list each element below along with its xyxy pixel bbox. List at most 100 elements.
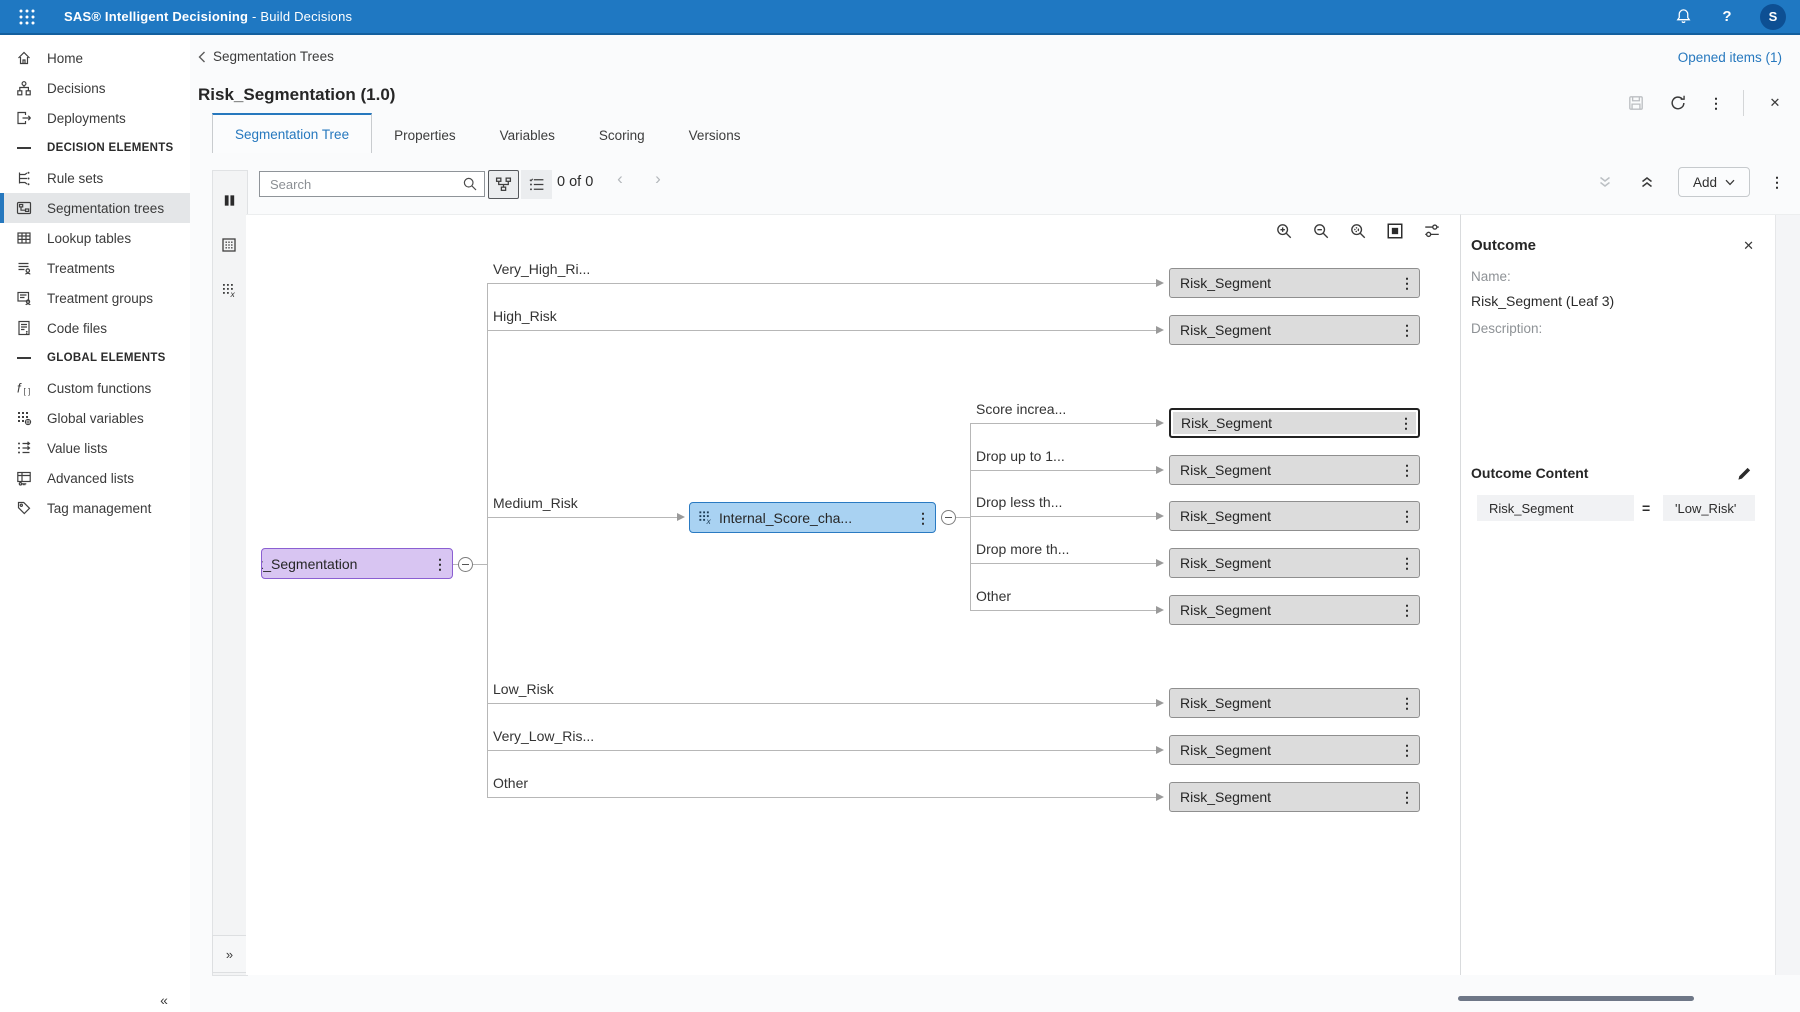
more-options-icon[interactable] xyxy=(1709,92,1723,114)
refresh-icon[interactable] xyxy=(1667,92,1689,114)
search-input[interactable] xyxy=(268,176,462,193)
node-more-options-icon[interactable] xyxy=(1400,603,1414,617)
leaf-node[interactable]: Risk_Segment xyxy=(1169,501,1420,531)
outcome-content-title: Outcome Content xyxy=(1471,465,1588,481)
collapse-node-icon[interactable] xyxy=(941,510,956,525)
branch-label[interactable]: Score increa... xyxy=(976,401,1066,417)
sidebar-item-deployments[interactable]: Deployments xyxy=(0,103,190,133)
sidebar-item-global-variables[interactable]: Global variables xyxy=(0,403,190,433)
panel-scrollbar-track[interactable] xyxy=(1775,215,1800,975)
user-avatar[interactable]: S xyxy=(1760,4,1786,30)
add-button[interactable]: Add xyxy=(1678,167,1750,197)
branch-label[interactable]: Very_High_Ri... xyxy=(493,261,590,277)
collapse-node-icon[interactable] xyxy=(458,557,473,572)
leaf-node[interactable]: Risk_Segment xyxy=(1169,735,1420,765)
next-match-icon[interactable]: › xyxy=(648,169,668,189)
sidebar-item-tag-management[interactable]: Tag management xyxy=(0,493,190,523)
horizontal-scrollbar-thumb[interactable] xyxy=(1458,996,1694,1001)
root-node[interactable]: Risk_Segmentation xyxy=(261,548,453,579)
arrowhead xyxy=(1156,793,1164,801)
outcome-panel-title: Outcome xyxy=(1471,237,1536,254)
branch-label[interactable]: Medium_Risk xyxy=(493,495,578,511)
rail-expand-icon[interactable] xyxy=(212,935,247,973)
sidebar-item-treatments[interactable]: Treatments xyxy=(0,253,190,283)
toolbar-more-options-icon[interactable] xyxy=(1770,171,1784,193)
previous-match-icon[interactable]: ‹ xyxy=(610,169,630,189)
zoom-out-icon[interactable] xyxy=(1311,221,1331,241)
leaf-node[interactable]: Risk_Segment xyxy=(1169,455,1420,485)
branch-label[interactable]: Other xyxy=(976,588,1011,604)
sidebar-item-lookup-tables[interactable]: Lookup tables xyxy=(0,223,190,253)
svg-text:[ ]: [ ] xyxy=(24,387,31,396)
branch-label[interactable]: Low_Risk xyxy=(493,681,554,697)
list-view-toggle[interactable] xyxy=(521,170,552,199)
tab-segmentation-tree[interactable]: Segmentation Tree xyxy=(212,113,372,153)
opened-items-link[interactable]: Opened items (1) xyxy=(1678,50,1782,65)
side-by-side-panels-icon[interactable] xyxy=(213,185,245,215)
zoom-in-icon[interactable] xyxy=(1274,221,1294,241)
segmentation-tree-canvas[interactable]: Very_High_Ri... High_Risk Medium_Risk Lo… xyxy=(246,214,1461,975)
node-more-options-icon[interactable] xyxy=(916,511,930,525)
leaf-node[interactable]: Risk_Segment xyxy=(1169,548,1420,578)
sidebar-item-home[interactable]: Home xyxy=(0,43,190,73)
node-more-options-icon[interactable] xyxy=(1399,416,1413,430)
collapse-all-icon[interactable] xyxy=(1636,171,1658,193)
sidebar-item-treatment-groups[interactable]: Treatment groups xyxy=(0,283,190,313)
node-more-options-icon[interactable] xyxy=(1400,323,1414,337)
tab-versions[interactable]: Versions xyxy=(667,117,763,153)
search-icon[interactable] xyxy=(462,176,478,192)
sidebar-item-code-files[interactable]: Code files xyxy=(0,313,190,343)
node-more-options-icon[interactable] xyxy=(1400,276,1414,290)
sidebar-item-advanced-lists[interactable]: Advanced lists xyxy=(0,463,190,493)
branch-label[interactable]: Drop up to 1... xyxy=(976,448,1065,464)
close-item-icon[interactable] xyxy=(1764,92,1786,114)
tab-properties[interactable]: Properties xyxy=(372,117,478,153)
node-more-options-icon[interactable] xyxy=(1400,556,1414,570)
top-app-bar: SAS® Intelligent Decisioning - Build Dec… xyxy=(0,0,1800,35)
tab-scoring[interactable]: Scoring xyxy=(577,117,667,153)
variables-grid-icon[interactable]: x xyxy=(213,275,245,305)
node-more-options-icon[interactable] xyxy=(1400,463,1414,477)
edit-pencil-icon[interactable] xyxy=(1734,463,1754,483)
sidebar-item-decisions[interactable]: Decisions xyxy=(0,73,190,103)
assignment-value[interactable]: 'Low_Risk' xyxy=(1663,495,1755,521)
expand-all-icon[interactable] xyxy=(1594,171,1616,193)
node-more-options-icon[interactable] xyxy=(1400,696,1414,710)
help-icon[interactable]: ? xyxy=(1716,6,1738,28)
node-more-options-icon[interactable] xyxy=(1400,790,1414,804)
branch-label[interactable]: Drop more th... xyxy=(976,541,1069,557)
sidebar-item-rule-sets[interactable]: Rule sets xyxy=(0,163,190,193)
branch-label[interactable]: High_Risk xyxy=(493,308,557,324)
leaf-node[interactable]: Risk_Segment xyxy=(1169,782,1420,812)
breadcrumb[interactable]: Segmentation Trees xyxy=(198,49,334,64)
branch-label[interactable]: Other xyxy=(493,775,528,791)
tree-view-toggle[interactable] xyxy=(488,170,519,199)
assignment-target[interactable]: Risk_Segment xyxy=(1477,495,1634,521)
sidebar-item-segmentation-trees[interactable]: Segmentation trees xyxy=(0,193,190,223)
data-grid-icon[interactable] xyxy=(213,230,245,260)
leaf-node[interactable]: Risk_Segment xyxy=(1169,595,1420,625)
tab-variables[interactable]: Variables xyxy=(478,117,577,153)
save-icon[interactable] xyxy=(1625,92,1647,114)
panel-close-icon[interactable] xyxy=(1743,237,1754,255)
fit-to-window-icon[interactable] xyxy=(1385,221,1405,241)
internal-node[interactable]: x Internal_Score_cha... xyxy=(689,502,936,533)
leaf-node-selected[interactable]: Risk_Segment xyxy=(1169,408,1420,438)
global-variables-icon xyxy=(15,409,33,427)
app-switcher-icon[interactable] xyxy=(10,5,44,29)
sidebar-item-value-lists[interactable]: Value lists xyxy=(0,433,190,463)
branch-label[interactable]: Very_Low_Ris... xyxy=(493,728,594,744)
leaf-node[interactable]: Risk_Segment xyxy=(1169,268,1420,298)
branch-label[interactable]: Drop less th... xyxy=(976,494,1062,510)
node-more-options-icon[interactable] xyxy=(433,557,447,571)
layout-options-icon[interactable] xyxy=(1422,221,1442,241)
node-more-options-icon[interactable] xyxy=(1400,743,1414,757)
notifications-bell-icon[interactable] xyxy=(1672,6,1694,28)
sidebar-item-custom-functions[interactable]: f[ ] Custom functions xyxy=(0,373,190,403)
leaf-node[interactable]: Risk_Segment xyxy=(1169,688,1420,718)
reset-zoom-icon[interactable] xyxy=(1348,221,1368,241)
node-more-options-icon[interactable] xyxy=(1400,509,1414,523)
leaf-node[interactable]: Risk_Segment xyxy=(1169,315,1420,345)
canvas-tool-rail: x xyxy=(212,170,248,976)
sidebar-collapse-icon[interactable] xyxy=(148,988,180,1012)
